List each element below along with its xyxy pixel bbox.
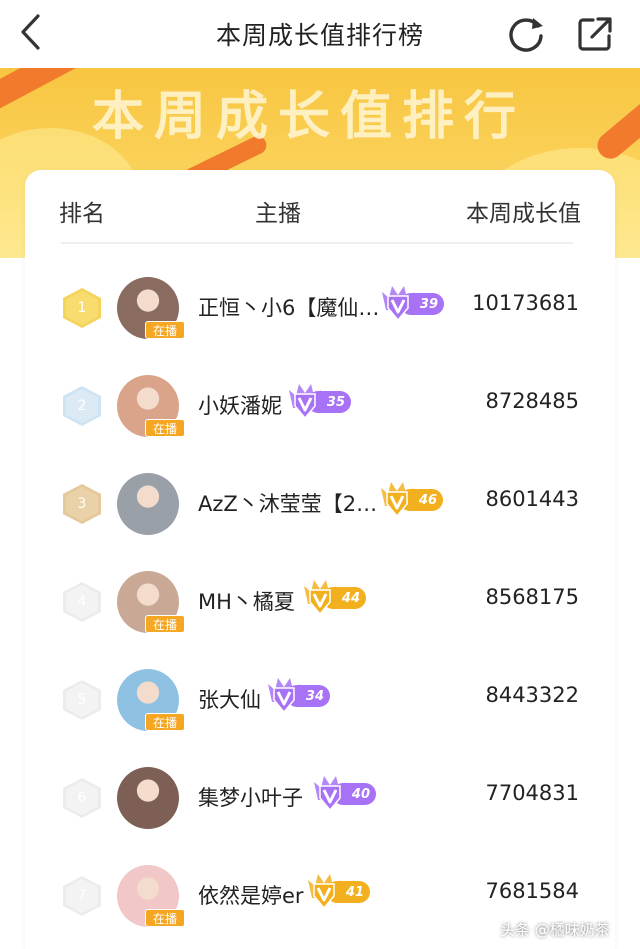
ranking-row[interactable]: 1 在播 正恒丶小6【魔仙… 39 10173681 xyxy=(25,263,615,353)
share-button[interactable] xyxy=(572,12,618,56)
avatar[interactable] xyxy=(117,473,179,535)
ranking-card: 排名 主播 本周成长值 1 在播 正恒丶小6【魔仙… 39 10173681 2 在播 小妖潘… xyxy=(25,170,615,949)
growth-value: 7704831 xyxy=(485,781,579,805)
growth-value: 7681584 xyxy=(485,879,579,903)
level-badge: 44 xyxy=(302,578,370,616)
growth-value: 10173681 xyxy=(472,291,579,315)
live-badge: 在播 xyxy=(145,321,185,339)
rank-number: 2 xyxy=(66,389,98,423)
host-name[interactable]: AzZ丶沐莹莹【2… xyxy=(198,488,377,518)
host-name[interactable]: 小妖潘妮 xyxy=(198,390,282,420)
share-icon xyxy=(578,17,612,51)
ranking-row[interactable]: 5 在播 张大仙 34 8443322 xyxy=(25,655,615,745)
level-badge: 34 xyxy=(266,676,334,714)
rank-number: 5 xyxy=(66,683,98,717)
rank-number: 6 xyxy=(66,781,98,815)
level-badge: 39 xyxy=(380,284,448,322)
live-badge: 在播 xyxy=(145,909,185,927)
rank-badge: 4 xyxy=(63,582,101,622)
host-name[interactable]: MH丶橘夏 xyxy=(198,586,295,616)
crown-v-icon xyxy=(289,384,321,420)
level-badge: 35 xyxy=(287,382,355,420)
live-badge: 在播 xyxy=(145,419,185,437)
host-name[interactable]: 张大仙 xyxy=(198,684,261,714)
rank-badge: 7 xyxy=(63,876,101,916)
divider xyxy=(61,242,573,244)
ranking-row[interactable]: 2 在播 小妖潘妮 35 8728485 xyxy=(25,361,615,451)
rank-badge: 3 xyxy=(63,484,101,524)
refresh-icon xyxy=(509,18,543,52)
back-button[interactable] xyxy=(10,10,50,54)
rank-badge: 2 xyxy=(63,386,101,426)
level-badge: 40 xyxy=(312,774,380,812)
crown-v-icon xyxy=(268,678,300,714)
level-badge: 46 xyxy=(379,480,447,518)
watermark: 头条 @橘味奶茶 xyxy=(500,921,610,939)
column-host: 主播 xyxy=(255,201,301,227)
column-value: 本周成长值 xyxy=(466,201,581,227)
rank-badge: 1 xyxy=(63,288,101,328)
growth-value: 8443322 xyxy=(485,683,579,707)
live-badge: 在播 xyxy=(145,615,185,633)
live-badge: 在播 xyxy=(145,713,185,731)
growth-value: 8568175 xyxy=(485,585,579,609)
crown-v-icon xyxy=(314,776,346,812)
rank-number: 7 xyxy=(66,879,98,913)
level-badge: 41 xyxy=(306,872,374,910)
ranking-row[interactable]: 6 集梦小叶子 40 7704831 xyxy=(25,753,615,843)
page-title: 本周成长值排行榜 xyxy=(215,21,424,50)
host-name[interactable]: 依然是婷er xyxy=(198,880,304,910)
table-header: 排名 主播 本周成长值 xyxy=(25,170,615,250)
chevron-left-icon xyxy=(21,14,40,50)
ranking-row[interactable]: 3 AzZ丶沐莹莹【2… 46 8601443 xyxy=(25,459,615,549)
growth-value: 8728485 xyxy=(485,389,579,413)
ranking-row[interactable]: 4 在播 MH丶橘夏 44 8568175 xyxy=(25,557,615,647)
rank-badge: 5 xyxy=(63,680,101,720)
avatar[interactable] xyxy=(117,767,179,829)
banner-stripe xyxy=(592,86,640,164)
top-bar: 本周成长值排行榜 xyxy=(0,0,640,68)
banner-title: 本周成长值排行 xyxy=(92,87,527,147)
crown-v-icon xyxy=(308,874,340,910)
rank-badge: 6 xyxy=(63,778,101,818)
refresh-button[interactable] xyxy=(504,12,550,56)
crown-v-icon xyxy=(382,286,414,322)
rank-number: 1 xyxy=(66,291,98,325)
growth-value: 8601443 xyxy=(485,487,579,511)
host-name[interactable]: 正恒丶小6【魔仙… xyxy=(198,292,379,322)
crown-v-icon xyxy=(304,580,336,616)
host-name[interactable]: 集梦小叶子 xyxy=(198,782,303,812)
crown-v-icon xyxy=(381,482,413,518)
column-rank: 排名 xyxy=(59,201,105,227)
rank-number: 3 xyxy=(66,487,98,521)
rank-number: 4 xyxy=(66,585,98,619)
